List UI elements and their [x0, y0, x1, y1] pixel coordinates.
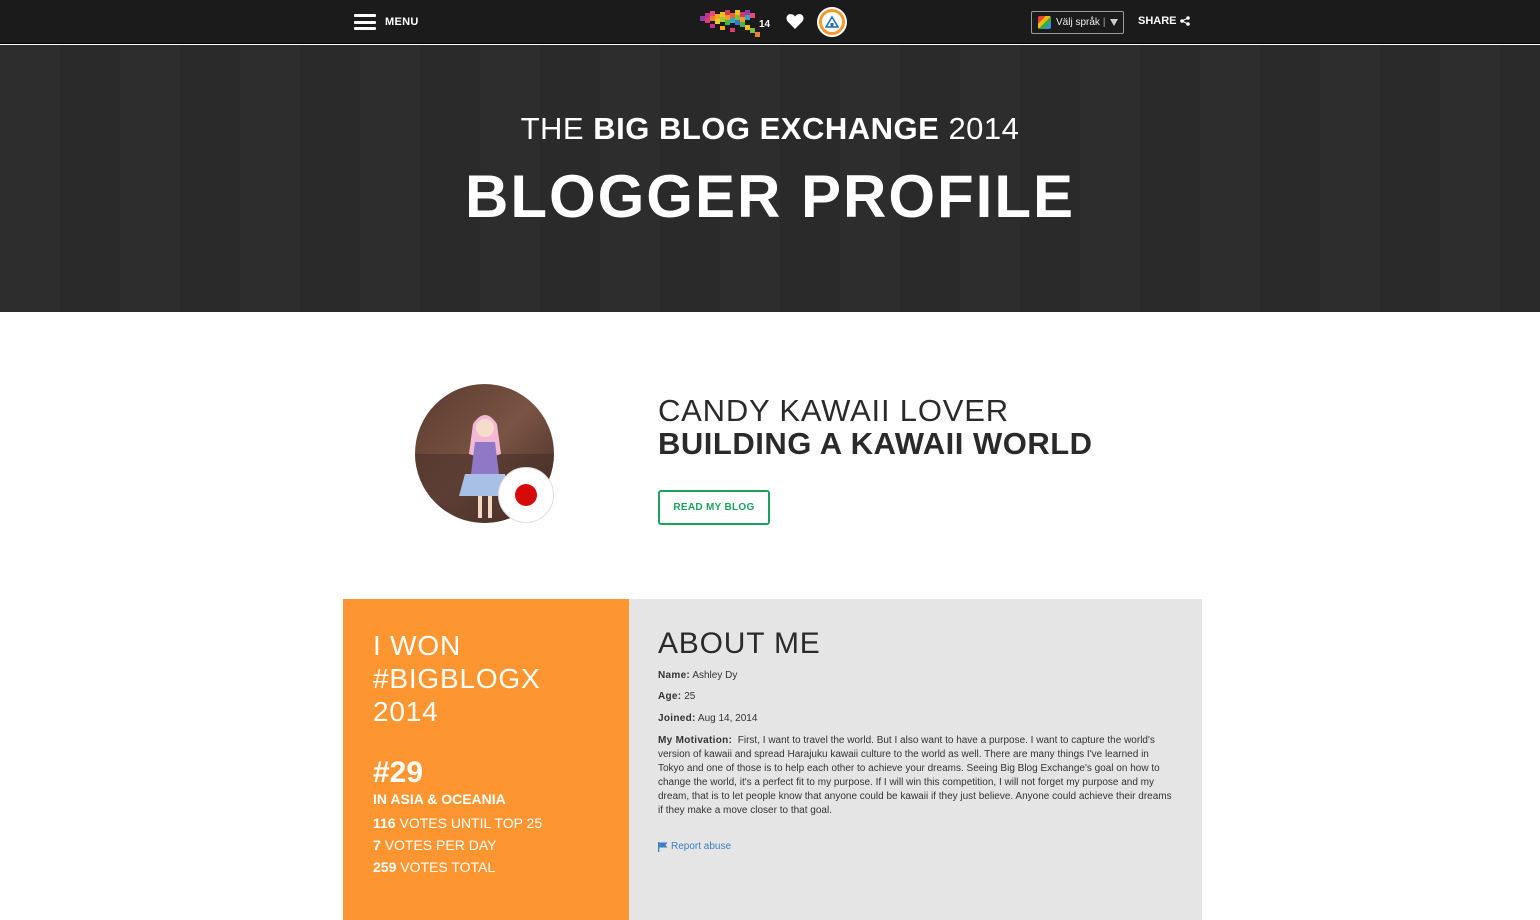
won-line-2: #BIGBLOGX: [373, 663, 541, 694]
joined-label: Joined:: [658, 713, 696, 724]
report-abuse-link[interactable]: Report abuse: [658, 841, 731, 852]
heart-icon[interactable]: [786, 13, 804, 30]
name-field: Name: Ashley Dy: [658, 670, 737, 681]
motivation-text: First, I want to travel the world. But I…: [658, 735, 1172, 816]
language-separator: |: [1102, 17, 1106, 28]
hero-year: 2014: [948, 111, 1020, 146]
votes-total-label: VOTES TOTAL: [400, 859, 496, 875]
page-title: BLOGGER PROFILE: [464, 163, 1076, 230]
google-translate-icon: [1038, 16, 1051, 29]
blog-name: CANDY KAWAII LOVER: [658, 393, 1009, 428]
hero-brand: BIG BLOG EXCHANGE: [593, 111, 940, 146]
dropdown-caret-icon: [1109, 19, 1118, 26]
about-panel: ABOUT ME Name: Ashley Dy Age: 25 Joined:…: [629, 599, 1202, 920]
votes-until-number: 116: [373, 815, 396, 831]
report-abuse-label: Report abuse: [671, 841, 732, 852]
motivation-label: My Motivation:: [658, 735, 733, 746]
language-label: Välj språk: [1056, 17, 1100, 28]
share-icon: [1179, 16, 1190, 26]
name-value: Ashley Dy: [692, 670, 738, 681]
votes-until-top: 116 VOTES UNTIL TOP 25: [373, 815, 542, 831]
votes-per-day-number: 7: [373, 837, 381, 853]
age-label: Age:: [658, 691, 682, 702]
menu-label: MENU: [385, 16, 419, 28]
joined-value: Aug 14, 2014: [697, 713, 758, 724]
blog-tagline: BUILDING A KAWAII WORLD: [658, 426, 1093, 461]
hero-pre: THE: [520, 111, 585, 146]
about-title: ABOUT ME: [658, 627, 821, 660]
share-button[interactable]: SHARE: [1138, 15, 1190, 27]
hostel-logo-icon: [822, 12, 842, 32]
site-logo[interactable]: 14: [698, 8, 774, 38]
stats-card: I WON #BIGBLOGX 2014 #29 IN ASIA & OCEAN…: [343, 599, 629, 920]
rank-region: IN ASIA & OCEANIA: [373, 791, 506, 807]
votes-per-day: 7 VOTES PER DAY: [373, 837, 496, 853]
flag-icon: [658, 841, 668, 852]
hero-banner: THE BIG BLOG EXCHANGE 2014 BLOGGER PROFI…: [0, 45, 1540, 312]
won-line-3: 2014: [373, 696, 439, 727]
japan-flag-icon: [515, 484, 537, 506]
age-field: Age: 25: [658, 691, 695, 702]
read-my-blog-button[interactable]: READ MY BLOG: [658, 490, 770, 525]
hamburger-icon: [354, 14, 376, 30]
language-select[interactable]: Välj språk |: [1031, 11, 1124, 34]
votes-total-number: 259: [373, 859, 397, 875]
pixel-world-logo-icon: 14: [700, 10, 771, 37]
motivation-field: My Motivation: First, I want to travel t…: [658, 734, 1174, 818]
share-label: SHARE: [1138, 15, 1177, 27]
won-line-1: I WON: [373, 630, 461, 661]
top-navbar: MENU 14 Välj språk | SHARE: [0, 0, 1540, 44]
votes-per-day-label: VOTES PER DAY: [384, 837, 497, 853]
menu-button[interactable]: MENU: [354, 14, 419, 30]
votes-total: 259 VOTES TOTAL: [373, 859, 495, 875]
won-heading: I WON #BIGBLOGX 2014: [373, 629, 541, 728]
age-value: 25: [684, 691, 696, 702]
rank-number: #29: [373, 756, 424, 789]
name-label: Name:: [658, 670, 691, 681]
votes-until-label: VOTES UNTIL TOP 25: [399, 815, 543, 831]
joined-field: Joined: Aug 14, 2014: [658, 713, 757, 724]
hero-subtitle: THE BIG BLOG EXCHANGE 2014: [0, 111, 1540, 147]
logo-number: 14: [759, 19, 771, 30]
country-flag-badge: [498, 467, 554, 523]
hostelling-badge[interactable]: [817, 7, 847, 37]
